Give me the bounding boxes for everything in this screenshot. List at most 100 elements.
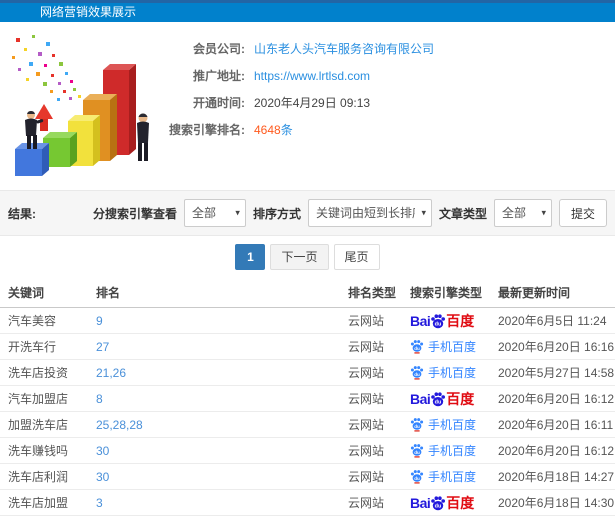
rank-type-cell: 云网站 — [348, 418, 385, 432]
last-page-button[interactable]: 尾页 — [333, 244, 380, 270]
engine-rank-row: 搜索引擎排名: 4648条 — [108, 116, 434, 143]
mobile-baidu-logo: du 手机百度 — [410, 442, 476, 459]
rank-unit: 条 — [280, 123, 293, 137]
updated-time-cell: 2020年6月20日 16:11 — [498, 418, 614, 432]
search-engine-cell: Bai du 百度 — [410, 495, 498, 511]
article-type-label: 文章类型 — [438, 206, 487, 221]
svg-text:du: du — [414, 450, 420, 455]
search-engine-cell: Bai du 百度 — [410, 338, 498, 355]
keyword-cell: 汽车美容 — [8, 314, 57, 328]
table-header-row: 关键词 排名 排名类型 搜索引擎类型 最新更新时间 — [0, 278, 615, 308]
mobile-baidu-paw-icon: du — [410, 444, 424, 458]
submit-button[interactable]: 提交 — [558, 199, 607, 227]
header-engine-type: 搜索引擎类型 — [410, 286, 483, 300]
rank-link[interactable]: 30 — [96, 444, 348, 458]
open-time-row: 开通时间: 2020年4月29日 09:13 — [108, 89, 434, 116]
rank-type-cell: 云网站 — [348, 366, 385, 380]
rank-link[interactable]: 8 — [96, 392, 348, 406]
table-row: 洗车店加盟 3 云网站 Bai du 百度 2020年6月18日 14:30 — [0, 490, 615, 516]
member-company-row: 会员公司: 山东老人头汽车服务咨询有限公司 — [108, 35, 434, 62]
updated-time-cell: 2020年6月20日 16:12 — [498, 392, 615, 406]
next-page-button[interactable]: 下一页 — [270, 244, 329, 270]
engine-filter-select[interactable]: 全部 — [183, 199, 246, 227]
ranking-table: 关键词 排名 排名类型 搜索引擎类型 最新更新时间 汽车美容 9 云网站 Bai… — [0, 278, 615, 516]
updated-time-cell: 2020年6月18日 14:30 — [498, 496, 615, 510]
bar-blue — [15, 143, 49, 176]
promo-url-link[interactable]: https://www.lrtlsd.com — [254, 69, 370, 83]
rank-type-cell: 云网站 — [348, 444, 385, 458]
baidu-paw-icon: du — [431, 313, 446, 328]
updated-time-cell: 2020年6月5日 11:24 — [498, 314, 607, 328]
search-engine-cell: Bai du 百度 — [410, 364, 498, 381]
updated-time-cell: 2020年6月20日 16:16 — [498, 340, 615, 354]
app-header: 网络营销效果展示 — [0, 0, 615, 22]
member-company-link[interactable]: 山东老人头汽车服务咨询有限公司 — [254, 40, 434, 57]
header-keyword: 关键词 — [8, 286, 45, 300]
keyword-cell: 加盟洗车店 — [8, 418, 69, 432]
svg-text:du: du — [435, 503, 442, 509]
search-engine-cell: Bai du 百度 — [410, 391, 498, 407]
account-info-section: 会员公司: 山东老人头汽车服务咨询有限公司 推广地址: https://www.… — [0, 22, 615, 190]
mobile-baidu-logo: du 手机百度 — [410, 338, 476, 355]
updated-time-cell: 2020年5月27日 14:58 — [498, 366, 615, 380]
table-row: 开洗车行 27 云网站 Bai du 百度 — [0, 334, 615, 360]
header-rank-type: 排名类型 — [348, 286, 397, 300]
filter-bar: 结果: 分搜索引擎查看 全部 排序方式 关键词由短到长排序 文章类型 全部 提交 — [0, 190, 615, 236]
mobile-baidu-paw-icon: du — [410, 340, 424, 354]
keyword-cell: 洗车赚钱吗 — [8, 444, 69, 458]
search-engine-cell: Bai du 百度 — [410, 468, 498, 485]
mobile-baidu-paw-icon: du — [410, 418, 424, 432]
mobile-baidu-paw-icon: du — [410, 366, 424, 380]
mobile-baidu-logo: du 手机百度 — [410, 416, 476, 433]
svg-text:du: du — [435, 321, 442, 327]
rank-link[interactable]: 3 — [96, 496, 348, 510]
result-label: 结果: — [8, 206, 36, 221]
open-time-value: 2020年4月29日 09:13 — [254, 96, 371, 110]
rank-link[interactable]: 27 — [96, 340, 348, 354]
table-row: 洗车店投资 21,26 云网站 Bai du 百度 — [0, 360, 615, 386]
baidu-logo: Bai du 百度 — [410, 494, 475, 511]
rank-type-cell: 云网站 — [348, 392, 385, 406]
keyword-cell: 汽车加盟店 — [8, 392, 69, 406]
search-engine-cell: Bai du 百度 — [410, 416, 498, 433]
page-1-button[interactable]: 1 — [235, 244, 266, 270]
table-row: 汽车加盟店 8 云网站 Bai du 百度 2020年6月20日 16:12 — [0, 386, 615, 412]
baidu-logo: Bai du 百度 — [410, 390, 475, 407]
rank-type-cell: 云网站 — [348, 470, 385, 484]
search-engine-cell: Bai du 百度 — [410, 442, 498, 459]
baidu-logo: Bai du 百度 — [410, 312, 475, 329]
up-arrow — [35, 104, 53, 131]
rank-link[interactable]: 9 — [96, 314, 348, 328]
keyword-cell: 洗车店加盟 — [8, 496, 69, 510]
table-row: 洗车店利润 30 云网站 Bai du 百度 — [0, 464, 615, 490]
svg-text:du: du — [414, 346, 420, 351]
updated-time-cell: 2020年6月18日 14:27 — [498, 470, 615, 484]
page-title: 网络营销效果展示 — [40, 5, 137, 19]
svg-text:du: du — [414, 424, 420, 429]
rank-link[interactable]: 30 — [96, 470, 348, 484]
mobile-baidu-paw-icon: du — [410, 470, 424, 484]
rank-type-cell: 云网站 — [348, 496, 385, 510]
article-type-select[interactable]: 全部 — [493, 199, 552, 227]
search-engine-cell: Bai du 百度 — [410, 313, 498, 329]
rank-link[interactable]: 25,28,28 — [96, 418, 348, 432]
table-row: 洗车赚钱吗 30 云网站 Bai du 百度 — [0, 438, 615, 464]
baidu-paw-icon: du — [431, 495, 446, 510]
header-updated: 最新更新时间 — [498, 286, 571, 300]
sort-select[interactable]: 关键词由短到长排序 — [307, 199, 432, 227]
engine-rank-label: 搜索引擎排名: — [169, 123, 245, 137]
header-rank: 排名 — [96, 286, 121, 300]
confetti-dots — [12, 35, 81, 101]
svg-text:du: du — [435, 399, 442, 405]
promo-url-row: 推广地址: https://www.lrtlsd.com — [108, 62, 434, 89]
svg-text:du: du — [414, 476, 420, 481]
open-time-label: 开通时间: — [193, 96, 245, 110]
svg-text:du: du — [414, 372, 420, 377]
table-row: 汽车美容 9 云网站 Bai du 百度 2020年6月5日 11:24 — [0, 308, 615, 334]
updated-time-cell: 2020年6月20日 16:12 — [498, 444, 615, 458]
rank-type-cell: 云网站 — [348, 340, 385, 354]
table-row: 加盟洗车店 25,28,28 云网站 Bai du 百度 — [0, 412, 615, 438]
mobile-baidu-logo: du 手机百度 — [410, 468, 476, 485]
baidu-paw-icon: du — [431, 391, 446, 406]
rank-link[interactable]: 21,26 — [96, 366, 348, 380]
